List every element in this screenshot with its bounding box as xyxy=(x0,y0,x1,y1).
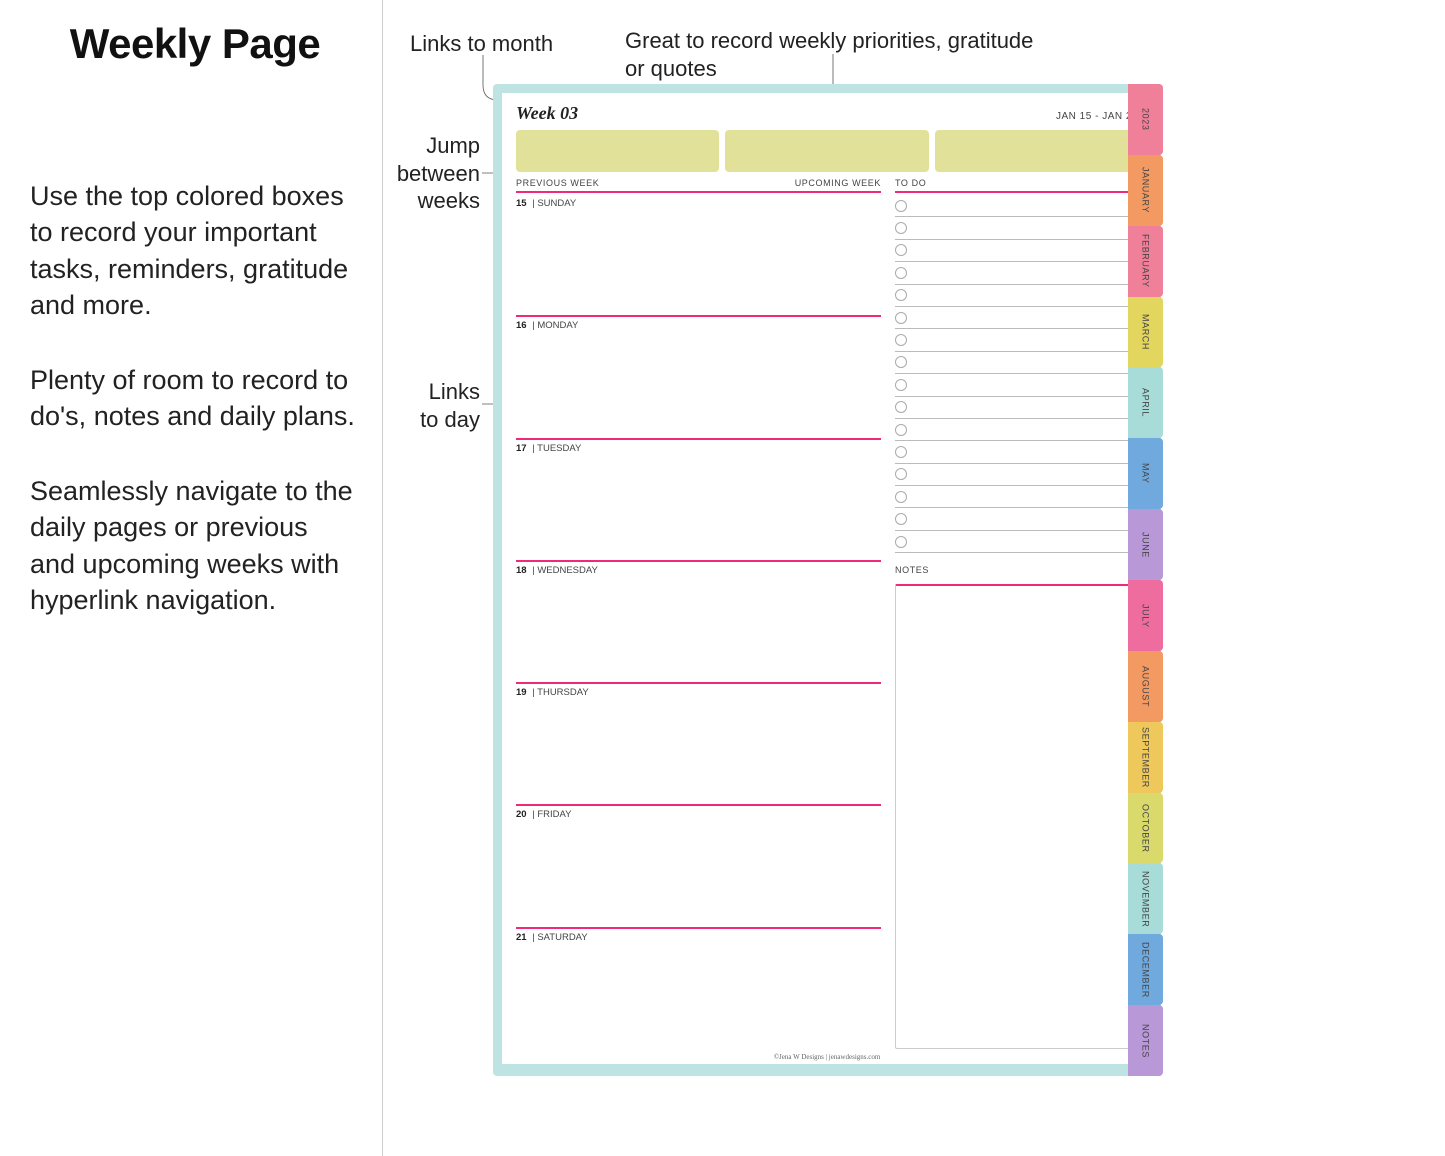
days-column: PREVIOUS WEEK UPCOMING WEEK 15 | SUNDAY1… xyxy=(516,176,881,1049)
tab-june[interactable]: JUNE xyxy=(1128,509,1163,580)
annotation-links-to-day-line1: Links xyxy=(429,379,480,404)
desc-paragraph-3: Seamlessly navigate to the daily pages o… xyxy=(30,473,360,619)
checkbox-icon[interactable] xyxy=(895,513,907,525)
annotation-links-to-day: Links to day xyxy=(395,378,480,433)
days-container: 15 | SUNDAY 16 | MONDAY 17 | TUESDAY 18 | W… xyxy=(516,195,881,1049)
todo-row[interactable] xyxy=(895,217,1138,239)
checkbox-icon[interactable] xyxy=(895,446,907,458)
checkbox-icon[interactable] xyxy=(895,312,907,324)
day-block-tuesday[interactable]: 17 | TUESDAY xyxy=(516,438,881,560)
day-block-wednesday[interactable]: 18 | WEDNESDAY xyxy=(516,560,881,682)
day-block-sunday[interactable]: 15 | SUNDAY xyxy=(516,195,881,315)
tab-december[interactable]: DECEMBER xyxy=(1128,934,1163,1005)
todo-row[interactable] xyxy=(895,285,1138,307)
annotation-jump-weeks: Jump between weeks xyxy=(395,132,480,215)
todo-row[interactable] xyxy=(895,486,1138,508)
todo-rule xyxy=(895,191,1138,193)
week-nav: PREVIOUS WEEK UPCOMING WEEK xyxy=(516,176,881,191)
planner-inner: Week 03 JAN 15 - JAN 21 PREVIOUS WEEK UP… xyxy=(502,93,1152,1064)
checkbox-icon[interactable] xyxy=(895,468,907,480)
tab-strip: 2023JANUARYFEBRUARYMARCHAPRILMAYJUNEJULY… xyxy=(1128,84,1163,1076)
checkbox-icon[interactable] xyxy=(895,222,907,234)
vertical-divider xyxy=(382,0,383,1156)
priority-box-2[interactable] xyxy=(725,130,928,172)
day-label: 15 | SUNDAY xyxy=(516,198,881,209)
todo-row[interactable] xyxy=(895,419,1138,441)
day-label: 18 | WEDNESDAY xyxy=(516,565,881,576)
day-label: 19 | THURSDAY xyxy=(516,687,881,698)
annotation-links-to-day-line2: to day xyxy=(420,407,480,432)
day-block-saturday[interactable]: 21 | SATURDAY xyxy=(516,927,881,1049)
annotation-jump-weeks-line1: Jump xyxy=(426,133,480,158)
todo-list xyxy=(895,195,1138,553)
page-title: Weekly Page xyxy=(30,20,360,68)
tab-february[interactable]: FEBRUARY xyxy=(1128,226,1163,297)
annotation-links-to-month: Links to month xyxy=(410,30,560,58)
day-block-friday[interactable]: 20 | FRIDAY xyxy=(516,804,881,926)
checkbox-icon[interactable] xyxy=(895,379,907,391)
todo-row[interactable] xyxy=(895,307,1138,329)
day-block-thursday[interactable]: 19 | THURSDAY xyxy=(516,682,881,804)
annotation-priorities: Great to record weekly priorities, grati… xyxy=(625,27,1055,82)
annotation-jump-weeks-line2: between xyxy=(397,161,480,186)
notes-label: NOTES xyxy=(895,563,1138,578)
todo-label: TO DO xyxy=(895,176,1138,191)
tab-may[interactable]: MAY xyxy=(1128,438,1163,509)
checkbox-icon[interactable] xyxy=(895,334,907,346)
todo-row[interactable] xyxy=(895,397,1138,419)
todo-row[interactable] xyxy=(895,195,1138,217)
footer-credit: ©Jena W Designs | jenawdesigns.com xyxy=(516,1053,1138,1061)
checkbox-icon[interactable] xyxy=(895,356,907,368)
week-title-link[interactable]: Week 03 xyxy=(516,103,578,124)
date-range: JAN 15 - JAN 21 xyxy=(1056,111,1138,122)
annotation-jump-weeks-line3: weeks xyxy=(418,188,480,213)
tab-january[interactable]: JANUARY xyxy=(1128,155,1163,226)
planner-page: Week 03 JAN 15 - JAN 21 PREVIOUS WEEK UP… xyxy=(493,84,1161,1076)
day-label: 21 | SATURDAY xyxy=(516,932,881,943)
planner-body: PREVIOUS WEEK UPCOMING WEEK 15 | SUNDAY1… xyxy=(516,176,1138,1049)
checkbox-icon[interactable] xyxy=(895,536,907,548)
notes-area[interactable] xyxy=(895,584,1138,1049)
checkbox-icon[interactable] xyxy=(895,491,907,503)
side-column: TO DO NOTES xyxy=(895,176,1138,1049)
tab-april[interactable]: APRIL xyxy=(1128,367,1163,438)
tab-september[interactable]: SEPTEMBER xyxy=(1128,722,1163,793)
todo-row[interactable] xyxy=(895,329,1138,351)
tab-2023[interactable]: 2023 xyxy=(1128,84,1163,155)
priority-box-1[interactable] xyxy=(516,130,719,172)
todo-row[interactable] xyxy=(895,531,1138,553)
checkbox-icon[interactable] xyxy=(895,401,907,413)
desc-paragraph-1: Use the top colored boxes to record your… xyxy=(30,178,360,324)
tab-july[interactable]: JULY xyxy=(1128,580,1163,651)
day-label: 17 | TUESDAY xyxy=(516,443,881,454)
priority-boxes xyxy=(516,130,1138,172)
tab-march[interactable]: MARCH xyxy=(1128,297,1163,368)
todo-row[interactable] xyxy=(895,441,1138,463)
tab-november[interactable]: NOVEMBER xyxy=(1128,863,1163,934)
week-nav-rule xyxy=(516,191,881,193)
day-label: 20 | FRIDAY xyxy=(516,809,881,820)
day-block-monday[interactable]: 16 | MONDAY xyxy=(516,315,881,437)
planner-header: Week 03 JAN 15 - JAN 21 xyxy=(516,103,1138,124)
checkbox-icon[interactable] xyxy=(895,424,907,436)
todo-row[interactable] xyxy=(895,352,1138,374)
upcoming-week-link[interactable]: UPCOMING WEEK xyxy=(795,178,881,188)
desc-paragraph-2: Plenty of room to record to do's, notes … xyxy=(30,362,360,435)
todo-row[interactable] xyxy=(895,508,1138,530)
checkbox-icon[interactable] xyxy=(895,244,907,256)
day-label: 16 | MONDAY xyxy=(516,320,881,331)
todo-row[interactable] xyxy=(895,262,1138,284)
tab-october[interactable]: OCTOBER xyxy=(1128,793,1163,864)
todo-row[interactable] xyxy=(895,240,1138,262)
priority-box-3[interactable] xyxy=(935,130,1138,172)
todo-row[interactable] xyxy=(895,374,1138,396)
tab-notes[interactable]: NOTES xyxy=(1128,1005,1163,1076)
previous-week-link[interactable]: PREVIOUS WEEK xyxy=(516,178,599,188)
checkbox-icon[interactable] xyxy=(895,200,907,212)
checkbox-icon[interactable] xyxy=(895,289,907,301)
description-column: Weekly Page Use the top colored boxes to… xyxy=(30,20,360,656)
todo-row[interactable] xyxy=(895,464,1138,486)
tab-august[interactable]: AUGUST xyxy=(1128,651,1163,722)
checkbox-icon[interactable] xyxy=(895,267,907,279)
